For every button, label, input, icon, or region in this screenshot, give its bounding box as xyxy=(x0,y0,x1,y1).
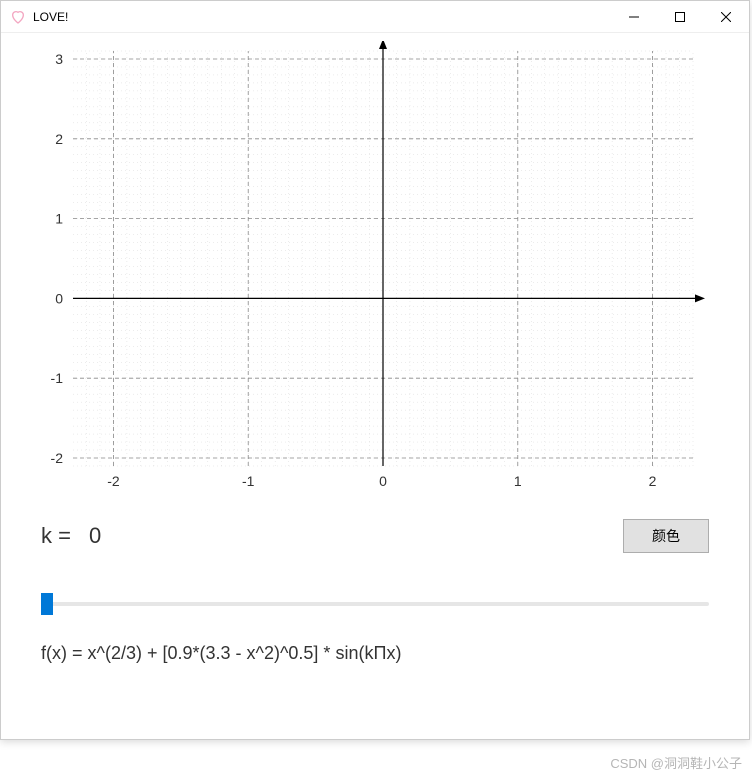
content-area: -2 -1 0 1 2 -2 -1 0 1 2 3 k = 0 颜色 f(x) = x^(2/3) … xyxy=(1,33,749,664)
app-window: LOVE! -2 -1 0 1 2 -2 -1 0 1 2 3 k = 0 颜色 xyxy=(0,0,750,740)
slider-container xyxy=(31,593,719,615)
color-button[interactable]: 颜色 xyxy=(623,519,709,553)
heart-icon xyxy=(9,8,27,26)
k-value: 0 xyxy=(89,523,101,549)
svg-text:2: 2 xyxy=(55,131,63,147)
titlebar: LOVE! xyxy=(1,1,749,33)
watermark: CSDN @洞洞鞋小公子 xyxy=(610,753,742,772)
slider-track xyxy=(41,602,709,606)
formula-text: f(x) = x^(2/3) + [0.9*(3.3 - x^2)^0.5] *… xyxy=(31,643,719,664)
svg-text:0: 0 xyxy=(379,473,387,489)
minimize-button[interactable] xyxy=(611,1,657,33)
window-controls xyxy=(611,1,749,32)
k-slider[interactable] xyxy=(41,593,709,615)
svg-text:1: 1 xyxy=(514,473,522,489)
controls-row: k = 0 颜色 xyxy=(31,519,719,553)
close-button[interactable] xyxy=(703,1,749,33)
svg-text:-1: -1 xyxy=(51,370,64,386)
maximize-button[interactable] xyxy=(657,1,703,33)
window-title: LOVE! xyxy=(33,10,611,24)
svg-text:-1: -1 xyxy=(242,473,255,489)
k-label: k = xyxy=(41,523,71,549)
svg-text:0: 0 xyxy=(55,290,63,306)
chart-panel: -2 -1 0 1 2 -2 -1 0 1 2 3 xyxy=(23,41,711,501)
chart-axes: -2 -1 0 1 2 -2 -1 0 1 2 3 xyxy=(23,41,713,501)
svg-text:1: 1 xyxy=(55,211,63,227)
svg-text:-2: -2 xyxy=(51,450,64,466)
svg-text:2: 2 xyxy=(649,473,657,489)
slider-thumb[interactable] xyxy=(41,593,53,615)
svg-text:-2: -2 xyxy=(107,473,120,489)
svg-text:3: 3 xyxy=(55,51,63,67)
